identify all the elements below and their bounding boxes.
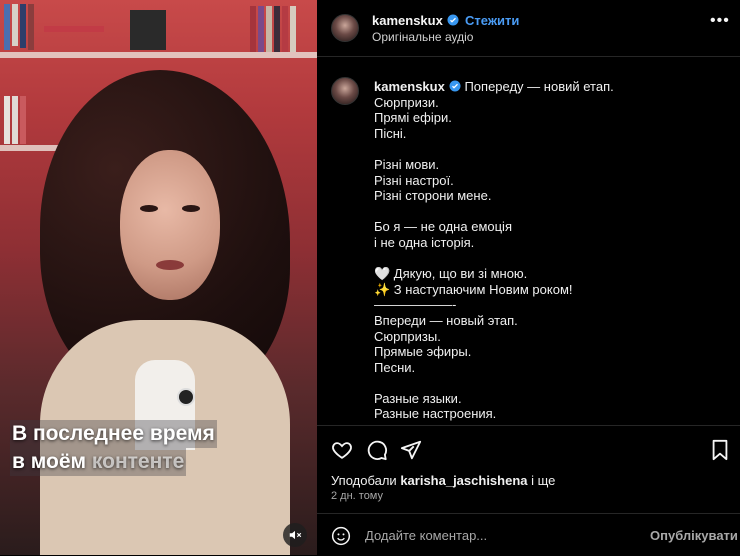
speaker-muted-icon [289,530,302,540]
person-eye [182,205,200,212]
post-viewer: В последнее время в моём контенте kamens… [0,0,740,555]
follow-button[interactable]: Стежити [465,13,519,28]
avatar[interactable] [331,77,359,105]
audio-label[interactable]: Оригінальне аудіо [372,30,473,44]
heart-icon[interactable] [331,439,353,461]
person-face [120,150,220,300]
bookshelf-shelf [0,52,317,58]
video-caption: В последнее время в моём контенте [10,420,217,476]
verified-badge-icon [447,14,459,26]
bookshelf-books [4,4,34,50]
header-username-text[interactable]: kamenskux [372,13,443,28]
post-caption-text: Попереду — новий етап. Сюрпризи. Прямі е… [374,79,614,425]
person-mouth [156,260,184,270]
publish-button[interactable]: Опублікувати [650,528,738,543]
liked-by-user-link[interactable]: karisha_jaschishena [400,473,527,488]
post-header: kamenskux Стежити Оригінальне аудіо ••• [317,0,740,57]
bookshelf-books [4,96,26,144]
person-eye [140,205,158,212]
video-player[interactable]: В последнее время в моём контенте [0,0,317,555]
liked-by-text: Уподобали karisha_jaschishena і ще [331,473,555,488]
comment-icon[interactable] [366,439,388,461]
caption-line-2-dim: контенте [91,450,185,473]
post-username[interactable]: kamenskux [374,79,445,94]
caption-line-1: В последнее время [10,420,217,448]
mute-button[interactable] [283,523,307,547]
post-side-panel: kamenskux Стежити Оригінальне аудіо ••• … [317,0,740,555]
bookshelf-books [250,6,296,52]
verified-badge-icon [449,80,461,92]
post-caption-area: kamenskux Попереду — новий етап. Сюрприз… [317,57,740,425]
emoji-icon[interactable] [331,526,351,546]
more-options-button[interactable]: ••• [710,12,730,30]
header-username[interactable]: kamenskux [372,13,459,28]
caption-line-2: в моём контенте [10,448,187,476]
avatar[interactable] [331,14,359,42]
liked-by-prefix: Уподобали [331,473,401,488]
bookshelf-books [44,26,104,32]
caption-line-2-bright: в моём [12,450,92,473]
liked-by-others-link[interactable]: і ще [528,473,555,488]
bookshelf-books [130,10,166,50]
post-timestamp[interactable]: 2 дн. тому [331,490,383,502]
person-figure [40,70,290,555]
comment-bar: Додайте коментар... Опублікувати [317,513,740,556]
person-pin [177,388,195,406]
share-icon[interactable] [400,439,422,461]
comment-input[interactable]: Додайте коментар... [365,528,487,543]
post-caption: kamenskux Попереду — новий етап. Сюрприз… [374,79,724,425]
bookmark-icon[interactable] [711,439,729,461]
